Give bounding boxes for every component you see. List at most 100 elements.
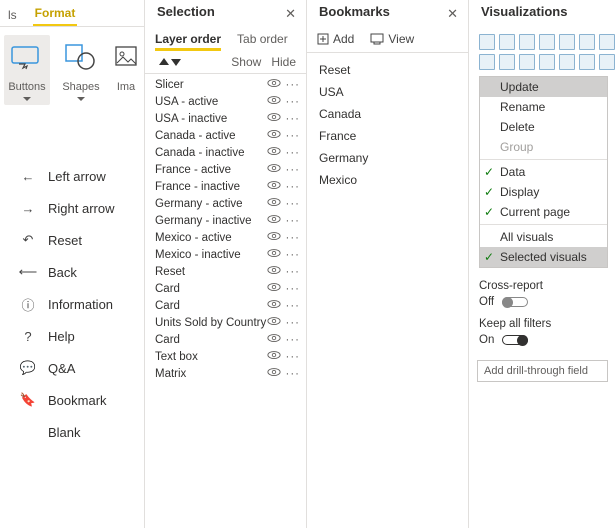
ctx-all-visuals[interactable]: All visuals [480, 227, 607, 247]
visibility-icon[interactable] [267, 197, 281, 210]
vis-type-icon[interactable] [479, 34, 495, 50]
selection-item[interactable]: Card··· [155, 297, 300, 314]
visibility-icon[interactable] [267, 316, 281, 329]
ctx-data[interactable]: ✓Data [480, 162, 607, 182]
more-icon[interactable]: ··· [286, 334, 301, 346]
insert-back[interactable]: ⟵Back [16, 256, 144, 288]
visibility-icon[interactable] [267, 299, 281, 312]
bookmark-item[interactable]: France [317, 125, 458, 147]
bookmark-item[interactable]: Canada [317, 103, 458, 125]
visibility-icon[interactable] [267, 214, 281, 227]
more-icon[interactable]: ··· [286, 198, 301, 210]
selection-item[interactable]: Canada - inactive··· [155, 144, 300, 161]
visibility-icon[interactable] [267, 248, 281, 261]
vis-type-icon[interactable] [539, 34, 555, 50]
selection-item[interactable]: Germany - inactive··· [155, 212, 300, 229]
tab-layer-order[interactable]: Layer order [155, 30, 221, 51]
insert-qa[interactable]: 💬Q&A [16, 352, 144, 384]
more-icon[interactable]: ··· [286, 147, 301, 159]
more-icon[interactable]: ··· [286, 351, 301, 363]
visibility-icon[interactable] [267, 350, 281, 363]
more-icon[interactable]: ··· [286, 232, 301, 244]
insert-bookmark[interactable]: 🔖Bookmark [16, 384, 144, 416]
vis-type-icon[interactable] [519, 54, 535, 70]
ribbon-tab-prev[interactable]: ls [6, 4, 19, 26]
visibility-icon[interactable] [267, 333, 281, 346]
visibility-icon[interactable] [267, 129, 281, 142]
more-icon[interactable]: ··· [286, 249, 301, 261]
more-icon[interactable]: ··· [286, 164, 301, 176]
more-icon[interactable]: ··· [286, 215, 301, 227]
ctx-update[interactable]: Update [480, 77, 607, 97]
insert-reset[interactable]: ↶Reset [16, 224, 144, 256]
visibility-icon[interactable] [267, 282, 281, 295]
ctx-rename[interactable]: Rename [480, 97, 607, 117]
vis-type-icon[interactable] [599, 34, 615, 50]
selection-item[interactable]: Reset··· [155, 263, 300, 280]
selection-item[interactable]: Units Sold by Country··· [155, 314, 300, 331]
insert-help[interactable]: ?Help [16, 320, 144, 352]
vis-type-icon[interactable] [519, 34, 535, 50]
visibility-icon[interactable] [267, 231, 281, 244]
ctx-display[interactable]: ✓Display [480, 182, 607, 202]
bookmark-view[interactable]: View [370, 32, 414, 46]
selection-item[interactable]: USA - inactive··· [155, 110, 300, 127]
bookmark-item[interactable]: Mexico [317, 169, 458, 191]
bookmark-item[interactable]: Germany [317, 147, 458, 169]
selection-item[interactable]: Germany - active··· [155, 195, 300, 212]
close-icon[interactable]: ✕ [447, 6, 458, 22]
selection-item[interactable]: Matrix··· [155, 365, 300, 382]
visibility-icon[interactable] [267, 163, 281, 176]
visibility-icon[interactable] [267, 78, 281, 91]
vis-type-icon[interactable] [479, 54, 495, 70]
ctx-selected-visuals[interactable]: ✓Selected visuals [480, 247, 607, 267]
selection-item[interactable]: USA - active··· [155, 93, 300, 110]
insert-right-arrow[interactable]: →Right arrow [16, 192, 144, 224]
more-icon[interactable]: ··· [286, 300, 301, 312]
more-icon[interactable]: ··· [286, 79, 301, 91]
more-icon[interactable]: ··· [286, 181, 301, 193]
vis-type-icon[interactable] [499, 54, 515, 70]
visibility-icon[interactable] [267, 112, 281, 125]
close-icon[interactable]: ✕ [285, 6, 296, 22]
more-icon[interactable]: ··· [286, 283, 301, 295]
more-icon[interactable]: ··· [286, 317, 301, 329]
selection-item[interactable]: Mexico - inactive··· [155, 246, 300, 263]
bookmark-item[interactable]: USA [317, 81, 458, 103]
insert-left-arrow[interactable]: ←Left arrow [16, 160, 144, 192]
vis-type-icon[interactable] [559, 54, 575, 70]
selection-item[interactable]: Card··· [155, 331, 300, 348]
insert-information[interactable]: ⓘInformation [16, 288, 144, 320]
vis-type-icon[interactable] [539, 54, 555, 70]
bookmark-item[interactable]: Reset [317, 59, 458, 81]
ctx-current-page[interactable]: ✓Current page [480, 202, 607, 222]
sort-down-icon[interactable] [171, 58, 181, 66]
selection-item[interactable]: Mexico - active··· [155, 229, 300, 246]
drill-through-field[interactable]: Add drill-through field [477, 360, 608, 382]
hide-all[interactable]: Hide [271, 55, 296, 69]
vis-type-icon[interactable] [559, 34, 575, 50]
ribbon-tab-format[interactable]: Format [33, 2, 78, 26]
bookmark-add[interactable]: Add [317, 32, 354, 46]
keep-filters-toggle[interactable] [502, 335, 528, 345]
vis-type-icon[interactable] [499, 34, 515, 50]
insert-blank[interactable]: Blank [16, 416, 144, 448]
more-icon[interactable]: ··· [286, 266, 301, 278]
visibility-icon[interactable] [267, 367, 281, 380]
more-icon[interactable]: ··· [286, 368, 301, 380]
show-all[interactable]: Show [231, 55, 261, 69]
more-icon[interactable]: ··· [286, 130, 301, 142]
cross-report-toggle[interactable] [502, 297, 528, 307]
ribbon-shapes[interactable]: Shapes [58, 35, 104, 105]
selection-item[interactable]: France - active··· [155, 161, 300, 178]
selection-item[interactable]: Card··· [155, 280, 300, 297]
vis-type-icon[interactable] [599, 54, 615, 70]
selection-item[interactable]: France - inactive··· [155, 178, 300, 195]
visibility-icon[interactable] [267, 180, 281, 193]
visibility-icon[interactable] [267, 265, 281, 278]
more-icon[interactable]: ··· [286, 113, 301, 125]
selection-item[interactable]: Text box··· [155, 348, 300, 365]
ribbon-buttons[interactable]: Buttons [4, 35, 50, 105]
vis-type-icon[interactable] [579, 54, 595, 70]
tab-tab-order[interactable]: Tab order [237, 30, 288, 51]
